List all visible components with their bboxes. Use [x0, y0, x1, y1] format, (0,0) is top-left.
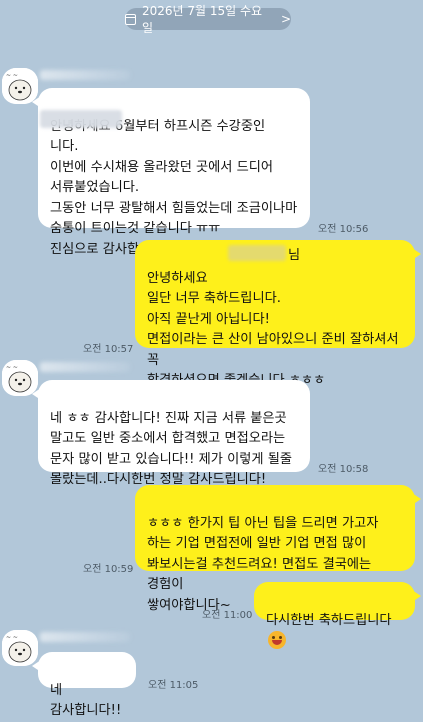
- message-text: 네 감사합니다!!: [50, 682, 122, 719]
- message-text-suffix: 님: [288, 248, 301, 263]
- message-bubble-incoming[interactable]: 네 ㅎㅎ 감사합니다! 진짜 지금 서류 붙은곳 말고도 일반 중소에서 합격했…: [32, 380, 310, 487]
- svg-text:~ ~: ~ ~: [6, 72, 18, 79]
- svg-text:~ ~: ~ ~: [6, 634, 18, 641]
- redacted-text: [228, 245, 286, 261]
- message-time: 오전 10:57: [83, 344, 134, 355]
- calendar-icon: [125, 13, 136, 25]
- sender-name-redacted: [40, 632, 130, 642]
- sender-name-redacted: [40, 70, 130, 80]
- date-header[interactable]: 2026년 7월 15일 수요일 >: [125, 4, 291, 35]
- chevron-right-icon: >: [280, 12, 291, 26]
- message-bubble-incoming[interactable]: 네 감사합니다!!: [32, 652, 136, 718]
- message-text: 안녕하세요 6월부터 하프시즌 수강중인 니다. 이번에 수시채용 올라왔던 곳…: [50, 118, 298, 257]
- message-time: 오전 10:58: [318, 464, 369, 475]
- svg-text:~ ~: ~ ~: [6, 364, 18, 371]
- message-bubble-incoming[interactable]: 안녕하세요 6월부터 하프시즌 수강중인 니다. 이번에 수시채용 올라왔던 곳…: [32, 88, 310, 257]
- message-bubble-outgoing[interactable]: 다시한번 축하드립니다: [254, 582, 421, 649]
- message-text: 안녕하세요 일단 너무 축하드립니다. 아직 끝난게 아닙니다! 면접이라는 큰…: [147, 270, 399, 389]
- redacted-text: [40, 110, 122, 128]
- date-label: 2026년 7월 15일 수요일: [141, 4, 263, 35]
- sender-name-redacted: [40, 362, 130, 372]
- message-time: 오전 11:00: [202, 610, 253, 621]
- message-time: 오전 10:56: [318, 224, 369, 235]
- message-text: 네 ㅎㅎ 감사합니다! 진짜 지금 서류 붙은곳 말고도 일반 중소에서 합격했…: [50, 410, 292, 488]
- message-time: 오전 11:05: [148, 680, 199, 691]
- message-time: 오전 10:59: [83, 564, 134, 575]
- message-text: 다시한번 축하드립니다: [266, 612, 392, 628]
- message-bubble-outgoing[interactable]: ㅎㅎㅎ 한가지 팁 아닌 팁을 드리면 가고자 하는 기업 면접전에 일반 기업…: [135, 485, 421, 613]
- grinning-face-emoji-icon: [268, 631, 286, 649]
